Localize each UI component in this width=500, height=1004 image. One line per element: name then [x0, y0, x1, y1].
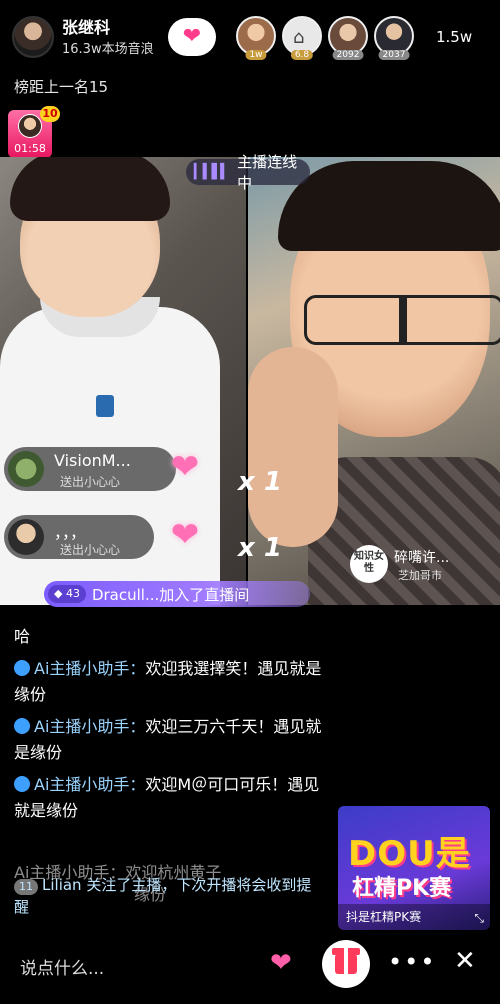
guest-tag[interactable]: 知识女性 碎嘴许... 芝加哥市 — [350, 545, 480, 585]
chat-sender: Ai主播小助手： — [34, 775, 146, 794]
bottom-bar: 说点什么... ❤ ••• ✕ — [0, 938, 500, 1004]
join-text: Dracull...加入了直播间 — [91, 585, 250, 604]
like-multiplier: x 1 — [238, 533, 282, 563]
gift-box-avatar — [18, 114, 42, 138]
user-level-badge: 11 — [14, 879, 38, 895]
like-action: 送出小心心 — [60, 543, 121, 557]
viewer-badge: 2092 — [332, 50, 364, 60]
comment-input[interactable]: 说点什么... — [20, 954, 104, 979]
host-name[interactable]: 张继科 — [62, 14, 110, 38]
expand-icon[interactable]: ⤡ — [474, 911, 484, 926]
gift-box-timer: 01:58 — [14, 142, 46, 155]
pk-logo-text: DOU是 — [348, 834, 471, 874]
like-multiplier: x 1 — [238, 467, 282, 497]
guest-location: 芝加哥市 — [398, 569, 442, 582]
like-user-name: ，，， — [54, 523, 87, 542]
heart-gift-icon: ❤ — [170, 447, 200, 487]
heart-gift-icon: ❤ — [170, 515, 200, 555]
pk-footer: 抖是杠精PK赛 — [338, 904, 490, 930]
notice-text: Lilian 关注了主播，下次开播将会收到提醒 — [14, 876, 312, 916]
chat-message: Ai主播小助手：欢迎三万六千天！遇见就是缘份 — [14, 714, 334, 766]
viewer-badge: 6.8 — [290, 50, 314, 60]
avatar — [8, 519, 44, 555]
gift-icon — [332, 948, 360, 974]
guest-hair — [278, 161, 500, 251]
chat-message: Ai主播小助手：欢迎M＠可口可乐！遇见就是缘份 — [14, 772, 334, 824]
viewer-badge: 1w — [245, 50, 267, 60]
pk-title: 杠精PK赛 — [352, 876, 452, 901]
user-level-badge: ◆ 43 — [48, 585, 86, 603]
pk-promo-card[interactable]: DOU是 杠精PK赛 抖是杠精PK赛 ⤡ — [338, 806, 490, 930]
like-notification: ，，， 送出小心心 — [4, 515, 154, 559]
follow-notice: 11 Lilian 关注了主播，下次开播将会收到提醒 — [14, 874, 314, 918]
guest-glasses — [304, 295, 500, 345]
heart-icon: ❤ — [182, 24, 202, 49]
host-hair — [10, 157, 170, 221]
assistant-icon — [14, 776, 30, 792]
viewer-count[interactable]: 1.5w — [436, 28, 472, 46]
like-heart-icon[interactable]: ❤ — [270, 948, 292, 978]
guest-video-pane[interactable] — [248, 157, 500, 605]
gift-box[interactable]: 10 01:58 — [8, 106, 60, 158]
viewer-avatar[interactable]: 2037 — [374, 16, 414, 60]
follow-button[interactable]: ❤ — [168, 18, 216, 56]
join-banner: ◆ 43 Dracull...加入了直播间 — [44, 581, 310, 607]
video-area[interactable]: ▎▍▌▍ 主播连线中 VisionM... 送出小心心 ❤ x 1 ，，， 送出… — [0, 153, 500, 607]
assistant-icon — [14, 660, 30, 676]
guest-hand — [248, 347, 338, 547]
like-user-name: VisionM... — [54, 451, 131, 470]
gift-button[interactable] — [322, 940, 370, 988]
avatar — [8, 451, 44, 487]
rank-distance-text[interactable]: 榜距上一名15 — [14, 76, 108, 97]
chat-sender: Ai主播小助手： — [34, 659, 146, 678]
chat-message: Ai主播小助手：欢迎我選擇笑！遇见就是缘份 — [14, 656, 334, 708]
guest-category-badge: 知识女性 — [350, 545, 388, 583]
host-avatar[interactable] — [12, 16, 54, 58]
shirt-logo — [96, 395, 114, 417]
chat-list[interactable]: 哈 Ai主播小助手：欢迎我選擇笑！遇见就是缘份 Ai主播小助手：欢迎三万六千天！… — [14, 624, 334, 830]
house-icon: ⌂ — [293, 27, 305, 48]
sound-wave-icon: ▎▍▌▍ — [194, 164, 231, 180]
link-status-pill[interactable]: ▎▍▌▍ 主播连线中 — [186, 153, 310, 192]
chat-sender: Ai主播小助手： — [34, 717, 146, 736]
guest-name: 碎嘴许... — [394, 550, 450, 566]
viewer-avatar[interactable]: 1w — [236, 16, 276, 60]
top-bar: 张继科 16.3w本场音浪 ❤ 1w ⌂ 6.8 2092 2037 1.5w — [0, 0, 500, 78]
viewer-avatar[interactable]: ⌂ 6.8 — [282, 16, 322, 60]
more-icon[interactable]: ••• — [388, 948, 436, 976]
close-icon[interactable]: ✕ — [454, 946, 476, 976]
link-status-label: 主播连线中 — [237, 153, 298, 192]
like-action: 送出小心心 — [60, 475, 121, 489]
chat-partial-line: 哈 — [14, 627, 31, 646]
viewer-avatar[interactable]: 2092 — [328, 16, 368, 60]
assistant-icon — [14, 718, 30, 734]
host-sound-wave-count: 16.3w本场音浪 — [62, 42, 154, 57]
like-notification: VisionM... 送出小心心 — [4, 447, 176, 491]
viewer-badge: 2037 — [378, 50, 410, 60]
gift-box-count-badge: 10 — [40, 106, 60, 122]
